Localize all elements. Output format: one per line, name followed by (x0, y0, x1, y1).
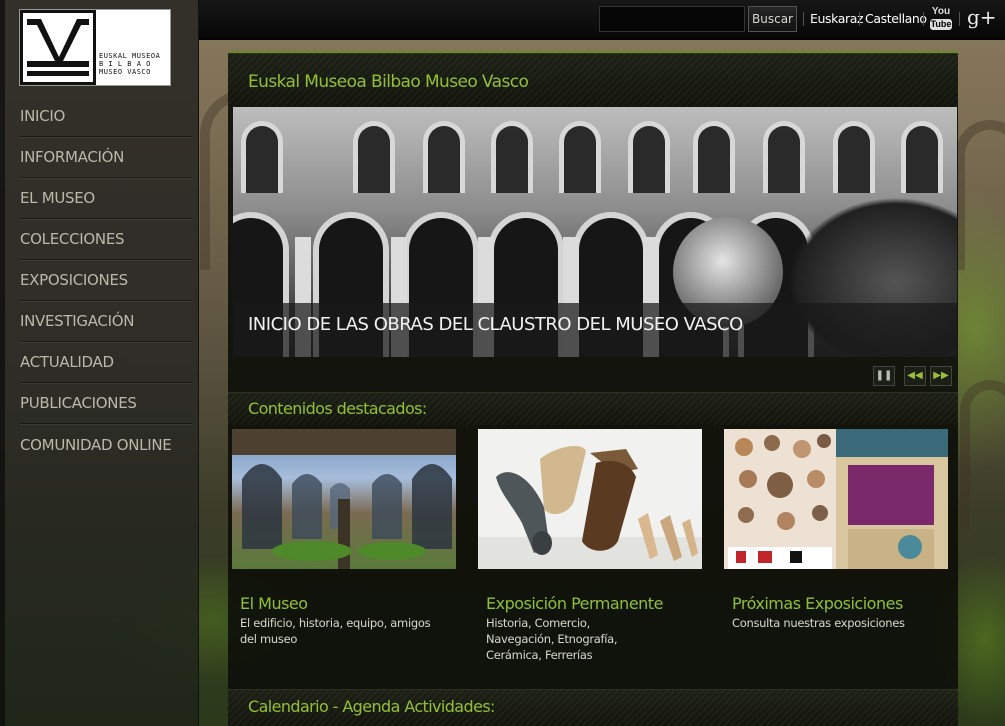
featured-tile-el-museo-title[interactable]: El Museo (240, 594, 308, 613)
search-input[interactable] (599, 6, 745, 32)
nav-item-publicaciones[interactable]: PUBLICACIONES (20, 383, 192, 424)
separator (859, 12, 860, 26)
nav-item-exposiciones[interactable]: EXPOSICIONES (20, 260, 192, 301)
featured-section-bar: Contenidos destacados: (228, 392, 958, 425)
pause-button[interactable]: ❚❚ (873, 366, 895, 386)
featured-tile-el-museo-image[interactable] (232, 429, 456, 569)
google-plus-icon[interactable]: g+ (967, 5, 997, 29)
exhibition-poster-illustration (724, 429, 948, 569)
logo-line: MUSEO VASCO (99, 68, 151, 76)
cloister-window (559, 121, 601, 193)
calendar-section-bar: Calendario - Agenda Actividades: (228, 689, 958, 726)
youtube-icon[interactable]: You Tube (930, 6, 952, 32)
featured-tile-exposicion-permanente-image[interactable] (478, 429, 702, 569)
nav-item-informacion[interactable]: INFORMACIÓN (20, 137, 192, 178)
featured-tile-el-museo-description: El edificio, historia, equipo, amigos de… (240, 616, 431, 646)
logo-wordmark: EUSKAL MUSEOA B I L B A O MUSEO VASCO (96, 10, 170, 85)
cloister-window (901, 121, 943, 193)
next-slide-button[interactable]: ▶▶ (930, 366, 952, 386)
logo-line: EUSKAL MUSEOA (99, 52, 161, 60)
horn-vessels-illustration (478, 445, 702, 569)
main-panel: Euskal Museoa Bilbao Museo Vasco INICIO … (228, 51, 958, 726)
top-bar: Buscar Euskaraz Castellano You Tube g+ (199, 0, 1005, 40)
featured-tile-exposicion-permanente-title[interactable]: Exposición Permanente (486, 594, 663, 613)
cloister-illustration (232, 429, 456, 569)
nav-item-colecciones[interactable]: COLECCIONES (20, 219, 192, 260)
background-arch (960, 380, 1005, 530)
sidebar: EUSKAL MUSEOA B I L B A O MUSEO VASCO IN… (0, 0, 199, 726)
featured-tile-exposicion-permanente-description: Historia, Comercio, Navegación, Etnograf… (486, 616, 618, 662)
featured-section-title: Contenidos destacados: (248, 399, 427, 418)
youtube-icon-text: Tube (930, 19, 952, 30)
museum-logo[interactable]: EUSKAL MUSEOA B I L B A O MUSEO VASCO (19, 9, 171, 86)
nav-item-comunidad-online[interactable]: COMUNIDAD ONLINE (20, 424, 192, 465)
calendar-section-title: Calendario - Agenda Actividades: (248, 697, 495, 716)
nav-item-el-museo[interactable]: EL MUSEO (20, 178, 192, 219)
cloister-window (628, 121, 670, 193)
cloister-window (491, 121, 533, 193)
search-button[interactable]: Buscar (748, 6, 797, 32)
cloister-window (833, 121, 875, 193)
main-nav: INICIO INFORMACIÓN EL MUSEO COLECCIONES … (20, 96, 192, 465)
logo-line: B I L B A O (99, 60, 151, 68)
cloister-window (353, 121, 395, 193)
cloister-window (693, 121, 735, 193)
nav-item-investigacion[interactable]: INVESTIGACIÓN (20, 301, 192, 342)
featured-tile-proximas-exposiciones-image[interactable] (724, 429, 948, 569)
nav-item-actualidad[interactable]: ACTUALIDAD (20, 342, 192, 383)
nav-item-inicio[interactable]: INICIO (20, 96, 192, 137)
separator (803, 12, 804, 26)
cloister-window (763, 121, 805, 193)
header-bar: Euskal Museoa Bilbao Museo Vasco (228, 53, 958, 107)
separator (959, 12, 960, 26)
featured-tile-proximas-exposiciones-description: Consulta nuestras exposiciones (732, 616, 905, 630)
cloister-window (423, 121, 465, 193)
previous-slide-button[interactable]: ◀◀ (904, 366, 926, 386)
logo-mark-icon (20, 10, 96, 85)
featured-tile-proximas-exposiciones-title[interactable]: Próximas Exposiciones (732, 594, 903, 613)
separator (923, 12, 924, 26)
slide-caption[interactable]: INICIO DE LAS OBRAS DEL CLAUSTRO DEL MUS… (248, 314, 743, 335)
youtube-icon-text: You (931, 6, 951, 17)
logo-v-icon (27, 19, 89, 76)
page-title: Euskal Museoa Bilbao Museo Vasco (248, 72, 529, 92)
background-arch (955, 120, 1005, 270)
cloister-window (241, 121, 283, 193)
language-castellano-link[interactable]: Castellano (865, 11, 927, 26)
slideshow-image[interactable]: INICIO DE LAS OBRAS DEL CLAUSTRO DEL MUS… (233, 107, 957, 357)
language-euskaraz-link[interactable]: Euskaraz (810, 11, 864, 26)
